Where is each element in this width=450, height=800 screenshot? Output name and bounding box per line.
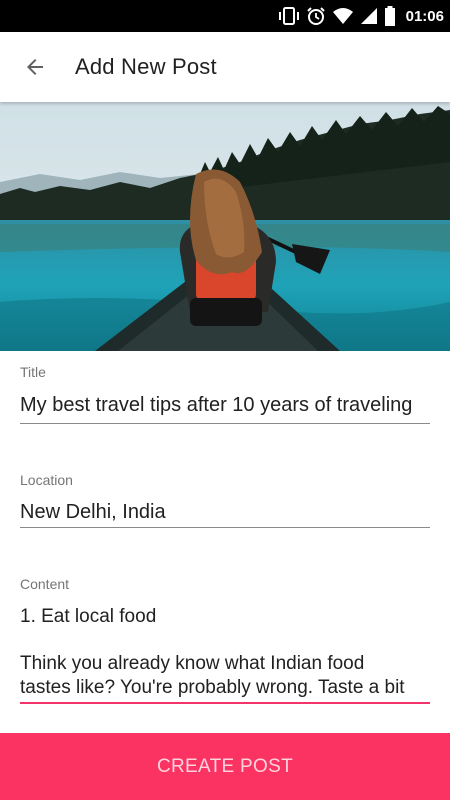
content-line: Think you already know what Indian food — [20, 653, 365, 674]
battery-icon — [384, 6, 395, 26]
location-underline — [20, 527, 430, 528]
title-input[interactable]: My best travel tips after 10 years of tr… — [20, 394, 430, 422]
content-underline-focused — [20, 702, 430, 704]
wifi-icon — [332, 8, 353, 24]
status-time: 01:06 — [405, 7, 444, 25]
arrow-back-icon — [27, 59, 43, 75]
title-underline — [20, 423, 430, 424]
app-bar: Add New Post — [0, 32, 450, 102]
page-title: Add New Post — [75, 54, 217, 79]
status-bar: 01:06 — [0, 0, 450, 32]
location-label: Location — [20, 472, 73, 488]
status-icons: 01:06 — [278, 0, 444, 32]
post-cover-image[interactable] — [0, 102, 450, 351]
create-post-button[interactable]: CREATE POST — [0, 733, 450, 800]
signal-icon — [360, 8, 377, 24]
content-line: tastes like? You're probably wrong. Tast… — [20, 677, 405, 698]
back-button[interactable] — [17, 49, 53, 85]
content-label: Content — [20, 576, 70, 592]
title-label: Title — [20, 364, 46, 380]
location-input[interactable]: New Delhi, India — [20, 501, 430, 527]
vibrate-icon — [278, 7, 299, 25]
create-post-label: CREATE POST — [157, 755, 293, 777]
photo-girl-in-canoe-on-lake — [0, 102, 450, 351]
content-heading[interactable]: 1. Eat local food — [20, 605, 430, 629]
alarm-icon — [306, 7, 325, 25]
content-textarea[interactable]: Think you already know what Indian food … — [20, 652, 430, 700]
